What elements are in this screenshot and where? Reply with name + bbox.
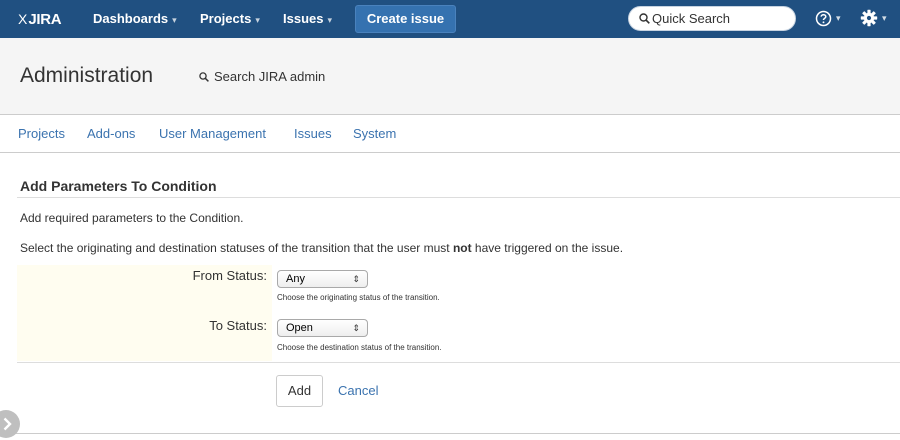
chevron-down-icon: ▾ [327, 15, 333, 25]
page-title: Administration [20, 64, 154, 87]
admin-header: Administration Search JIRA admin [0, 38, 900, 115]
create-issue-button[interactable]: Create issue [355, 5, 456, 33]
tab-system[interactable]: System [353, 126, 396, 141]
nav-dashboards[interactable]: Dashboards ▾ [93, 8, 177, 30]
from-status-value: Any [286, 273, 305, 285]
tab-add-ons[interactable]: Add-ons [87, 126, 135, 141]
intro-text: Add required parameters to the Condition… [20, 211, 244, 225]
from-status-select[interactable]: Any ⇕ [277, 270, 368, 288]
description-text-emphasis: not [452, 241, 472, 255]
to-status-select[interactable]: Open ⇕ [277, 319, 368, 337]
nav-projects[interactable]: Projects ▾ [200, 8, 260, 30]
gear-icon [860, 9, 878, 27]
tab-user-management[interactable]: User Management [159, 126, 266, 141]
help-icon [815, 10, 832, 27]
admin-tabs: Projects Add-ons User Management Issues … [0, 115, 900, 153]
admin-settings-menu[interactable]: ▾ [860, 9, 894, 29]
quick-search-placeholder: Quick Search [652, 11, 731, 26]
search-admin-label: Search JIRA admin [214, 69, 326, 84]
description-text-end: have triggered on the issue. [471, 241, 624, 255]
chevron-right-icon [3, 417, 12, 431]
tab-projects[interactable]: Projects [18, 126, 65, 141]
section-title: Add Parameters To Condition [20, 178, 217, 194]
nav-issues[interactable]: Issues ▾ [283, 8, 332, 30]
help-menu[interactable]: ▾ [815, 9, 845, 29]
divider [17, 197, 900, 198]
to-status-value: Open [286, 322, 313, 334]
chevron-down-icon: ▾ [255, 15, 260, 25]
jira-logo[interactable]: X JIRA [18, 8, 62, 30]
from-status-label: From Status: [192, 268, 267, 283]
select-arrows-icon: ⇕ [352, 274, 360, 284]
quick-search-input[interactable]: Quick Search [628, 6, 796, 31]
description-text-start: Select the originating and destination s… [20, 241, 453, 255]
tab-issues[interactable]: Issues [294, 126, 332, 141]
nav-issues-label: Issues [283, 11, 324, 26]
search-icon [199, 71, 209, 82]
add-button[interactable]: Add [276, 375, 323, 407]
to-status-hint: Choose the destination status of the tra… [277, 343, 442, 352]
nav-dashboards-label: Dashboards [93, 11, 169, 26]
jira-logo-glyph: X [18, 11, 28, 27]
divider [0, 433, 900, 434]
chevron-down-icon: ▾ [836, 13, 841, 23]
nav-projects-label: Projects [200, 11, 252, 26]
top-navigation-bar: X JIRA Dashboards ▾ Projects ▾ Issues ▾ Cre… [0, 0, 900, 38]
jira-logo-text: JIRA [28, 10, 62, 28]
cancel-link[interactable]: Cancel [338, 383, 378, 398]
chevron-down-icon: ▾ [172, 15, 177, 25]
description-text: Select the originating and destination s… [20, 241, 623, 255]
chevron-down-icon: ▾ [882, 13, 887, 23]
divider [17, 362, 900, 363]
search-admin-link[interactable]: Search JIRA admin [199, 69, 325, 84]
to-status-label: To Status: [209, 318, 267, 333]
search-icon [639, 13, 650, 24]
select-arrows-icon: ⇕ [352, 323, 360, 333]
from-status-hint: Choose the originating status of the tra… [277, 293, 440, 302]
